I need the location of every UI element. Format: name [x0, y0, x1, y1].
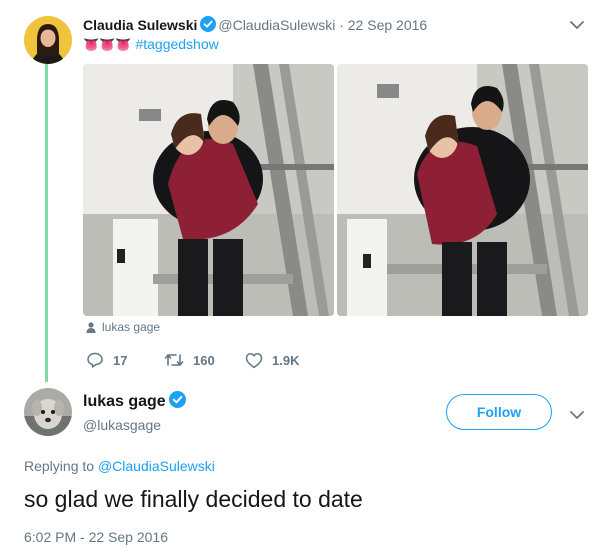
- reply-author-handle[interactable]: @lukasgage: [83, 417, 161, 433]
- author-name[interactable]: Claudia Sulewski: [83, 17, 197, 33]
- tweet-header: Claudia Sulewski @ClaudiaSulewski · 22 Se…: [83, 16, 427, 33]
- retweet-action[interactable]: 160: [164, 350, 215, 370]
- verified-badge-icon: [200, 16, 217, 32]
- tweet-photo-1[interactable]: [83, 64, 334, 316]
- like-action[interactable]: 1.9K: [245, 350, 299, 370]
- avatar-image: [24, 16, 72, 64]
- reply-count: 17: [113, 352, 128, 368]
- person-icon: [86, 321, 96, 333]
- reply-text: so glad we finally decided to date: [24, 486, 363, 512]
- reply-action[interactable]: 17: [86, 350, 127, 370]
- tweet-menu-button[interactable]: [568, 18, 586, 32]
- tweet-text: 👅👅👅 #taggedshow: [83, 36, 219, 53]
- author-avatar[interactable]: [24, 16, 72, 64]
- author-handle[interactable]: @ClaudiaSulewski: [218, 17, 335, 33]
- tongue-emojis: 👅👅👅: [83, 37, 132, 52]
- retweet-count: 160: [193, 352, 215, 368]
- photo-image-1: [83, 64, 334, 316]
- retweet-icon: [164, 354, 184, 366]
- photo-tag[interactable]: lukas gage: [86, 320, 160, 334]
- photo-tag-label: lukas gage: [102, 320, 161, 334]
- replying-to-line: Replying to @ClaudiaSulewski: [24, 458, 215, 474]
- photo-image-2: [337, 64, 588, 316]
- reply-avatar-image: [24, 388, 72, 436]
- tweet-date[interactable]: 22 Sep 2016: [348, 17, 427, 33]
- reply-menu-button[interactable]: [568, 408, 586, 422]
- chevron-down-icon: [570, 411, 584, 419]
- reply-icon: [87, 352, 103, 368]
- tweet-photo-2[interactable]: [337, 64, 588, 316]
- reply-timestamp[interactable]: 6:02 PM - 22 Sep 2016: [24, 529, 168, 545]
- verified-badge-icon: [168, 391, 186, 408]
- chevron-down-icon: [570, 21, 584, 29]
- dot-separator: ·: [339, 17, 344, 33]
- hashtag-link[interactable]: #taggedshow: [135, 36, 218, 52]
- reply-author-avatar[interactable]: [24, 388, 72, 436]
- follow-button[interactable]: Follow: [446, 394, 552, 430]
- like-count: 1.9K: [272, 352, 300, 368]
- like-icon: [245, 352, 263, 368]
- reply-author-line: lukas gage: [83, 391, 188, 411]
- replying-to-prefix: Replying to: [24, 458, 95, 474]
- replying-to-link[interactable]: @ClaudiaSulewski: [98, 458, 215, 474]
- thread-line: [45, 64, 48, 382]
- reply-author-name[interactable]: lukas gage: [83, 393, 166, 410]
